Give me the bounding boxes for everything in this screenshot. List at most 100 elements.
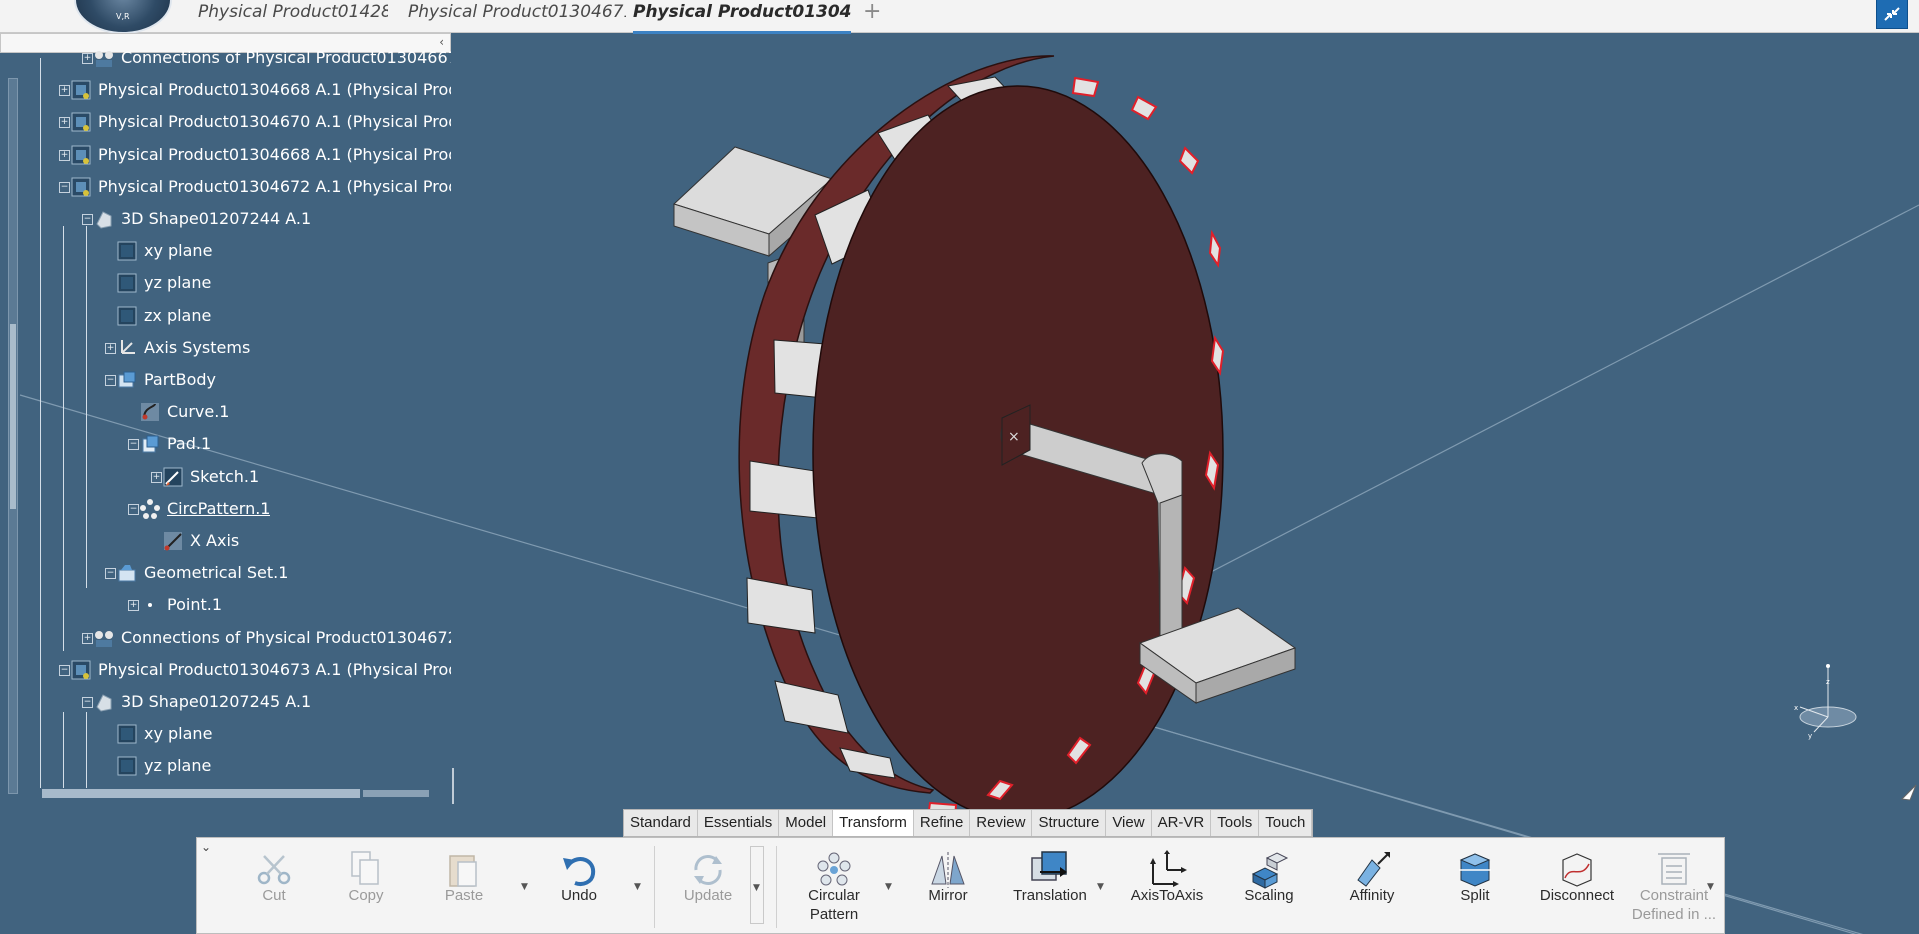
tree-row[interactable]: − Geometrical Set.1: [0, 561, 451, 585]
tree-node-label[interactable]: Connections of Physical Product01304667.…: [121, 46, 451, 70]
document-tab-2[interactable]: Physical Product01304671 A.1: [408, 0, 626, 31]
tree-node-label[interactable]: zx plane: [144, 304, 211, 328]
paste-button[interactable]: Paste: [429, 838, 499, 933]
affinity-button[interactable]: Affinity: [1322, 838, 1422, 933]
tree-node-label[interactable]: Physical Product01304668 A.1 (Physical P…: [98, 78, 451, 102]
tree-row[interactable]: yz plane: [0, 754, 451, 778]
section-tab-touch[interactable]: Touch: [1259, 810, 1313, 836]
section-tab-transform[interactable]: Transform: [833, 810, 914, 836]
document-tab-active[interactable]: Physical Product01304671: [633, 0, 851, 34]
mirror-button[interactable]: Mirror: [913, 838, 983, 933]
tree-horizontal-scrollbar-thumb[interactable]: [42, 789, 360, 798]
tree-node-label[interactable]: Curve.1: [167, 400, 229, 424]
tree-row[interactable]: + Physical Product01304668 A.1 (Physical …: [0, 143, 451, 167]
tree-row[interactable]: xy plane: [0, 239, 451, 263]
tree-node-label[interactable]: Connections of Physical Product01304672.…: [121, 626, 451, 650]
undo-dropdown-icon[interactable]: ▼: [634, 882, 641, 892]
expand-node-icon[interactable]: +: [151, 471, 162, 483]
tree-node-label[interactable]: Axis Systems: [144, 336, 250, 360]
section-tab-review[interactable]: Review: [970, 810, 1033, 836]
scaling-button[interactable]: Scaling: [1219, 838, 1319, 933]
disconnect-button[interactable]: Disconnect: [1527, 838, 1627, 933]
tree-row[interactable]: Curve.1: [0, 400, 451, 424]
expand-node-icon[interactable]: +: [82, 632, 93, 644]
tree-row[interactable]: − Pad.1: [0, 432, 451, 456]
tree-row[interactable]: − 3D Shape01207244 A.1: [0, 207, 451, 231]
paste-dropdown-icon[interactable]: ▼: [521, 882, 528, 892]
tree-node-label[interactable]: Physical Product01304670 A.1 (Physical P…: [98, 110, 451, 134]
document-tab-1[interactable]: Physical Product01428001: [198, 0, 388, 31]
collapse-node-icon[interactable]: −: [59, 181, 70, 193]
section-tab-structure[interactable]: Structure: [1032, 810, 1107, 836]
collapse-node-icon[interactable]: −: [82, 697, 93, 708]
compass-axis-icon[interactable]: z x y: [1790, 660, 1870, 740]
tree-node-label[interactable]: 3D Shape01207244 A.1: [121, 207, 311, 231]
tree-node-label[interactable]: X Axis: [190, 529, 239, 553]
tree-node-label[interactable]: yz plane: [144, 754, 211, 778]
tree-row[interactable]: − Physical Product01304672 A.1 (Physical …: [0, 175, 451, 199]
tree-row[interactable]: − CircPattern.1: [0, 497, 451, 521]
expand-node-icon[interactable]: +: [82, 53, 93, 64]
tree-node-label[interactable]: Point.1: [167, 593, 222, 617]
collapse-node-icon[interactable]: −: [105, 375, 116, 386]
split-button[interactable]: Split: [1425, 838, 1525, 933]
tree-node-label[interactable]: yz plane: [144, 271, 211, 295]
restore-window-button[interactable]: [1876, 0, 1908, 29]
collapse-node-icon[interactable]: −: [128, 439, 139, 451]
tree-row[interactable]: − 3D Shape01207245 A.1: [0, 690, 451, 714]
expand-node-icon[interactable]: +: [59, 85, 70, 97]
collapse-node-icon[interactable]: −: [105, 568, 116, 580]
section-tab-model[interactable]: Model: [779, 810, 834, 836]
tree-node-label[interactable]: xy plane: [144, 722, 212, 746]
section-tab-standard[interactable]: Standard: [624, 810, 698, 836]
collapse-action-bar-button[interactable]: ⌄: [201, 840, 211, 854]
translation-dropdown-icon[interactable]: ▼: [1097, 882, 1104, 892]
tree-row[interactable]: yz plane: [0, 271, 451, 295]
section-tab-ar-vr[interactable]: AR-VR: [1152, 810, 1212, 836]
expand-node-icon[interactable]: +: [59, 117, 70, 129]
update-dropdown[interactable]: ▼: [750, 846, 764, 924]
tree-node-label[interactable]: Pad.1: [167, 432, 211, 456]
section-tab-view[interactable]: View: [1106, 810, 1152, 836]
tree-row[interactable]: xy plane: [0, 722, 451, 746]
tree-row[interactable]: − Physical Product01304673 A.1 (Physical …: [0, 658, 451, 682]
tree-row[interactable]: − PartBody: [0, 368, 451, 392]
tree-row[interactable]: + Connections of Physical Product01304667…: [0, 46, 451, 70]
collapse-node-icon[interactable]: −: [128, 503, 139, 515]
compass-logo[interactable]: V,R: [74, 0, 172, 34]
constraint-dropdown-icon[interactable]: ▼: [1707, 882, 1714, 892]
copy-button[interactable]: Copy: [331, 838, 401, 933]
tree-row[interactable]: zx plane: [0, 304, 451, 328]
circular-pattern-button[interactable]: Circular Pattern: [789, 838, 879, 933]
section-tab-refine[interactable]: Refine: [914, 810, 971, 836]
tree-row[interactable]: + Point.1: [0, 593, 451, 617]
tree-horizontal-scrollbar-track[interactable]: [363, 790, 429, 797]
section-tab-tools[interactable]: Tools: [1211, 810, 1260, 836]
cut-button[interactable]: Cut: [239, 838, 309, 933]
update-button[interactable]: Update: [668, 838, 748, 933]
tree-node-label[interactable]: 3D Shape01207245 A.1: [121, 690, 311, 714]
expand-node-icon[interactable]: +: [105, 342, 116, 354]
translation-button[interactable]: Translation: [1000, 838, 1100, 933]
tree-row[interactable]: + Sketch.1: [0, 465, 451, 489]
collapse-node-icon[interactable]: −: [82, 214, 93, 225]
circular-pattern-dropdown-icon[interactable]: ▼: [885, 882, 892, 892]
tree-row[interactable]: + Connections of Physical Product01304672…: [0, 626, 451, 650]
tree-row[interactable]: X Axis: [0, 529, 451, 553]
tree-node-label[interactable]: Sketch.1: [190, 465, 259, 489]
tree-node-label[interactable]: CircPattern.1: [167, 497, 270, 521]
tree-row[interactable]: + Axis Systems: [0, 336, 451, 360]
tree-node-label[interactable]: Physical Product01304668 A.1 (Physical P…: [98, 143, 451, 167]
tree-node-label[interactable]: PartBody: [144, 368, 216, 392]
collapse-node-icon[interactable]: −: [59, 664, 70, 676]
tree-row[interactable]: + Physical Product01304668 A.1 (Physical …: [0, 78, 451, 102]
constraint-defined-button[interactable]: Constraint Defined in ...: [1629, 838, 1719, 933]
tree-splitter[interactable]: [452, 768, 454, 804]
expand-node-icon[interactable]: +: [128, 600, 139, 612]
tree-row[interactable]: + Physical Product01304670 A.1 (Physical …: [0, 110, 451, 134]
section-tab-essentials[interactable]: Essentials: [698, 810, 780, 836]
axis-to-axis-button[interactable]: AxisToAxis: [1117, 838, 1217, 933]
add-tab-button[interactable]: +: [863, 0, 881, 24]
undo-button[interactable]: Undo: [544, 838, 614, 933]
tree-node-label[interactable]: Geometrical Set.1: [144, 561, 288, 585]
